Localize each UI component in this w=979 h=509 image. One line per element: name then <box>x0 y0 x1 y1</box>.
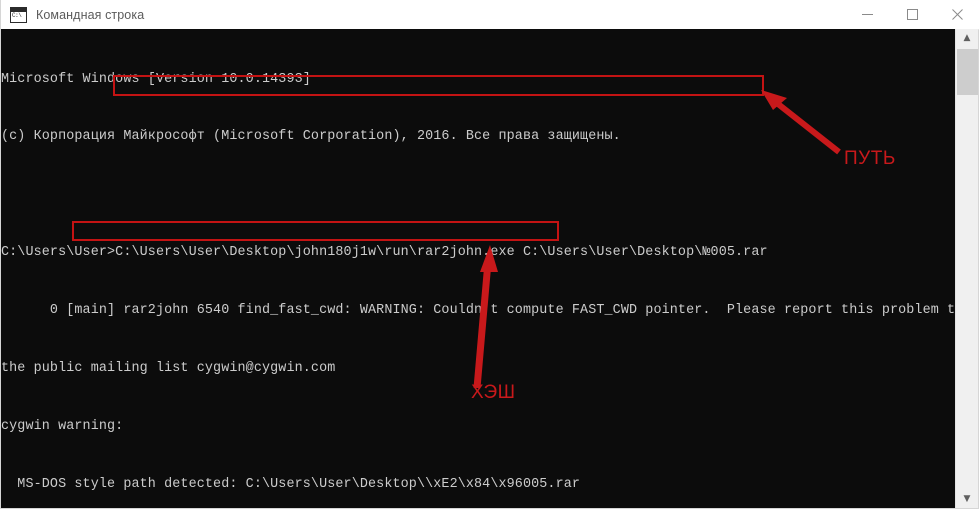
vertical-scrollbar[interactable]: ▲ ▼ <box>955 29 978 508</box>
window-controls <box>845 0 979 29</box>
console-icon <box>10 6 27 23</box>
console-output-area[interactable]: Microsoft Windows [Version 10.0.14393] (… <box>1 29 957 508</box>
console-line: MS-DOS style path detected: C:\Users\Use… <box>1 476 581 492</box>
command-prompt-window: Командная строка Microsoft Windows [Vers… <box>0 0 979 509</box>
console-line: 0 [main] rar2john 6540 find_fast_cwd: WA… <box>1 303 957 319</box>
scroll-down-icon[interactable]: ▼ <box>956 490 978 508</box>
close-icon[interactable] <box>935 0 979 29</box>
console-line: (c) Корпорация Майкрософт (Microsoft Cor… <box>1 129 621 145</box>
console-line: the public mailing list cygwin@cygwin.co… <box>1 361 336 377</box>
minimize-icon[interactable] <box>845 0 890 29</box>
window-title: Командная строка <box>36 7 145 22</box>
maximize-icon[interactable] <box>890 0 935 29</box>
scrollbar-thumb[interactable] <box>957 49 978 95</box>
scroll-up-icon[interactable]: ▲ <box>956 29 978 47</box>
title-bar: Командная строка <box>1 0 979 30</box>
console-line-command: C:\Users\User>C:\Users\User\Desktop\john… <box>1 245 768 261</box>
console-text: Microsoft Windows [Version 10.0.14393] (… <box>1 31 957 508</box>
console-line: Microsoft Windows [Version 10.0.14393] <box>1 71 311 87</box>
console-line: cygwin warning: <box>1 418 124 434</box>
